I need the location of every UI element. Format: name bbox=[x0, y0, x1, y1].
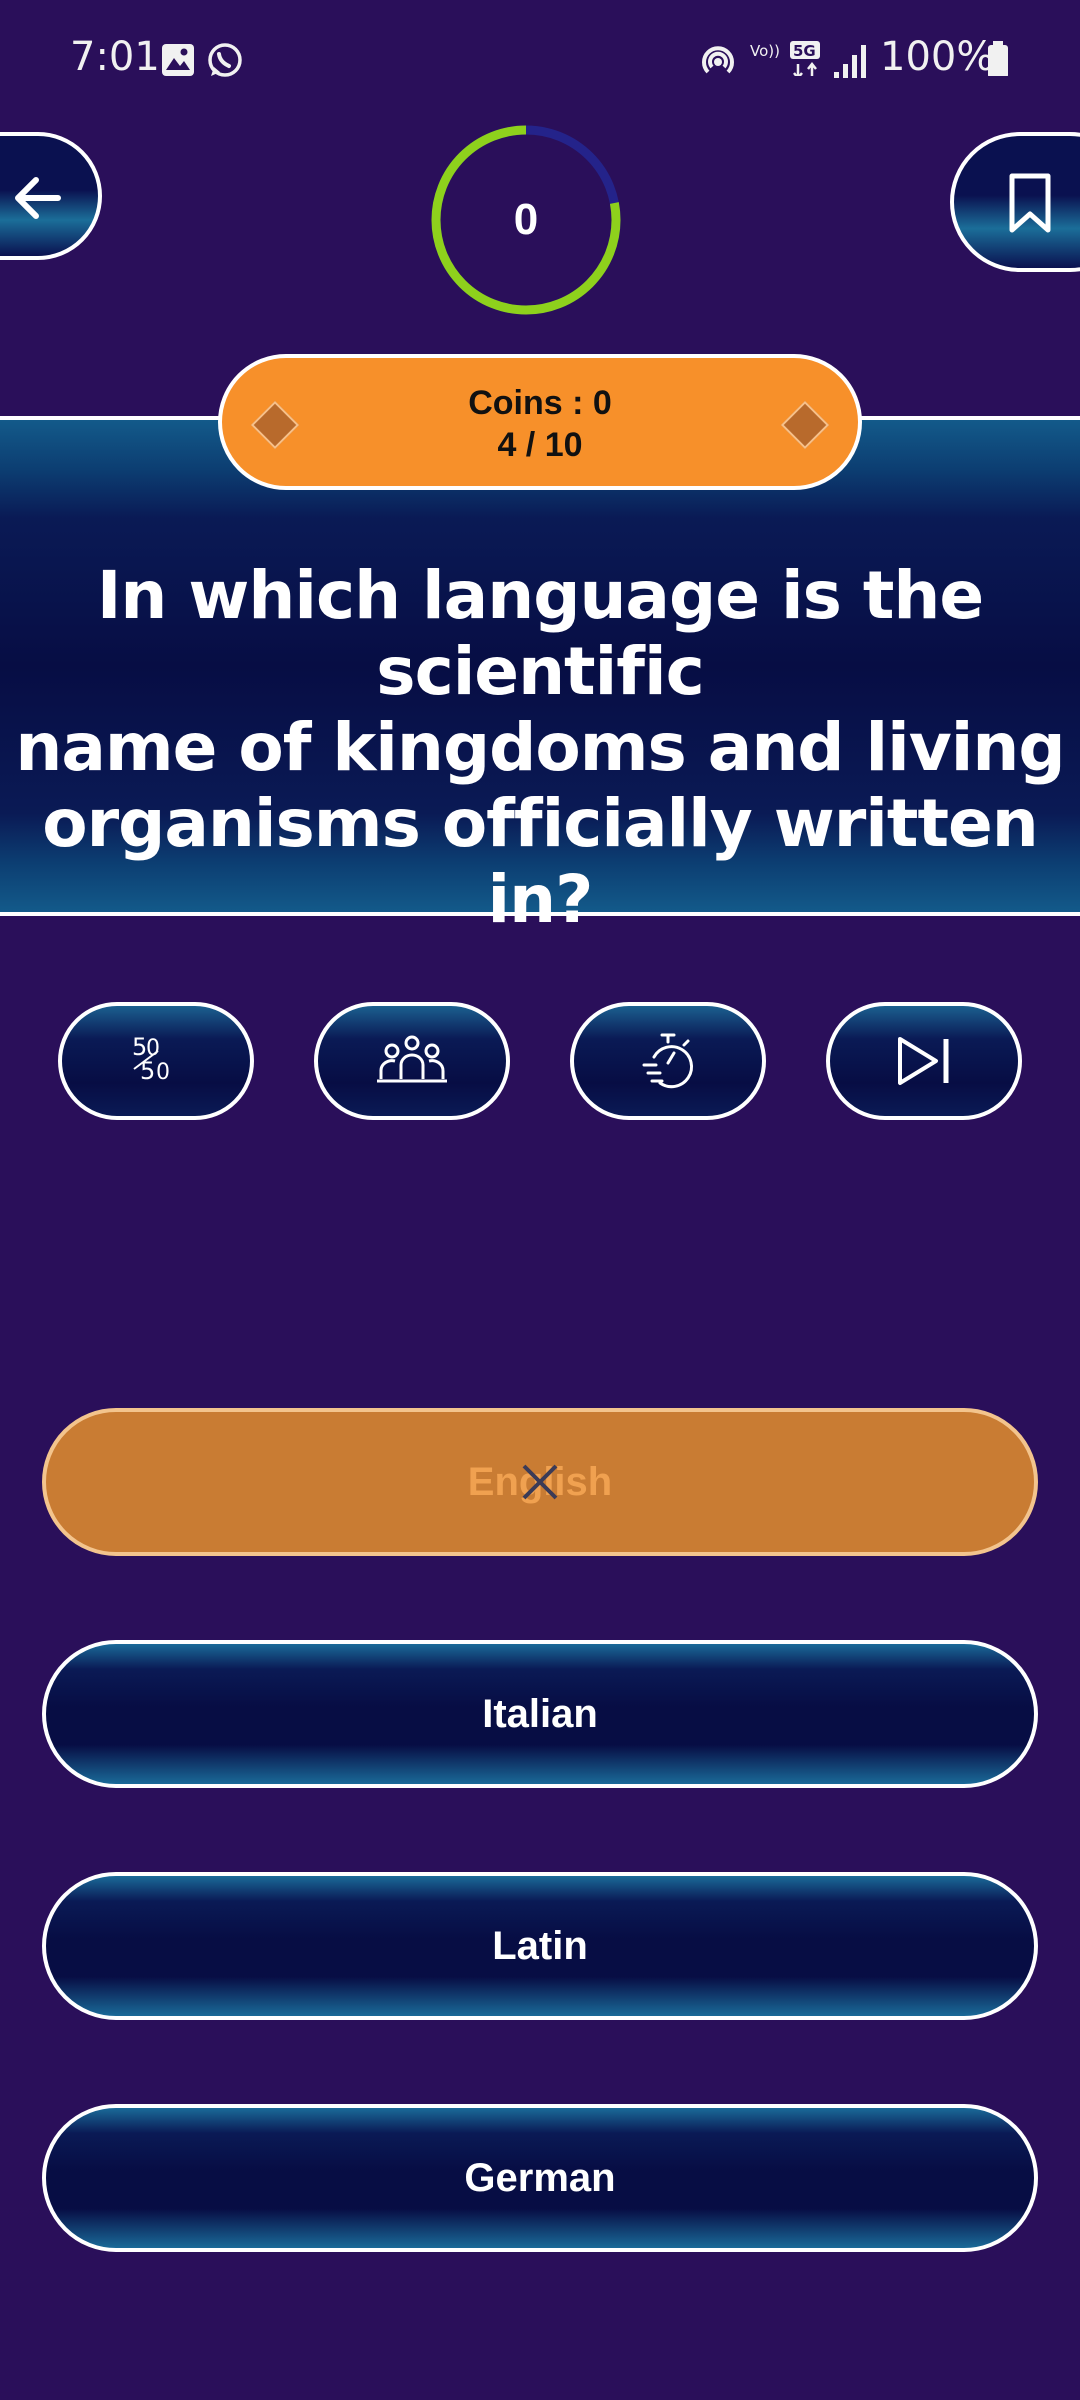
network-5g-icon: 5G bbox=[790, 41, 820, 76]
answer-option-italian[interactable]: Italian bbox=[42, 1640, 1038, 1788]
question-line: organisms officially written in? bbox=[42, 785, 1039, 938]
status-bar: 7:01 Vo)) 5G 5G 10 bbox=[0, 0, 1080, 120]
lifeline-skip-button[interactable] bbox=[826, 1002, 1022, 1120]
question-text: In which language is the scientific name… bbox=[0, 558, 1080, 938]
signal-icon bbox=[834, 45, 866, 78]
question-line: In which language is the scientific bbox=[96, 557, 984, 710]
answer-label: Italian bbox=[482, 1692, 598, 1736]
lifeline-time-button[interactable] bbox=[570, 1002, 766, 1120]
wrong-cross-icon bbox=[522, 1464, 558, 1500]
fifty-fifty-icon: 5 0 5 0 bbox=[132, 1033, 170, 1085]
arrow-left-icon bbox=[15, 177, 61, 219]
quiz-screen: 7:01 Vo)) 5G 5G 10 bbox=[0, 0, 1080, 2400]
question-progress: 4 / 10 bbox=[497, 426, 583, 464]
volte-icon: Vo)) 5G bbox=[750, 42, 784, 60]
coins-label: Coins : 0 bbox=[468, 384, 612, 422]
bookmark-icon bbox=[1009, 173, 1051, 233]
question-panel: In which language is the scientific name… bbox=[0, 416, 1080, 938]
status-time: 7:01 bbox=[70, 34, 160, 80]
svg-text:5G: 5G bbox=[793, 42, 816, 60]
answer-label: Latin bbox=[492, 1924, 588, 1968]
bookmark-button[interactable] bbox=[950, 132, 1080, 272]
audience-icon bbox=[377, 1035, 447, 1083]
svg-text:0: 0 bbox=[156, 1060, 170, 1085]
answer-label: German bbox=[464, 2156, 616, 2200]
countdown-timer: 0 bbox=[430, 124, 622, 316]
lifeline-fifty-fifty-button[interactable]: 5 0 5 0 bbox=[58, 1002, 254, 1120]
coins-progress-badge: Coins : 0 4 / 10 bbox=[218, 354, 862, 490]
gallery-icon bbox=[162, 44, 194, 76]
lifeline-audience-button[interactable] bbox=[314, 1002, 510, 1120]
answer-option-german[interactable]: German bbox=[42, 2104, 1038, 2252]
question-line: name of kingdoms and living bbox=[15, 709, 1065, 786]
battery-icon bbox=[988, 41, 1008, 76]
whatsapp-icon bbox=[208, 43, 242, 77]
hotspot-icon bbox=[702, 46, 734, 74]
answer-option-english[interactable]: English bbox=[42, 1408, 1038, 1556]
timer-value: 0 bbox=[513, 195, 539, 244]
skip-icon bbox=[898, 1037, 949, 1085]
answer-option-latin[interactable]: Latin bbox=[42, 1872, 1038, 2020]
back-button[interactable] bbox=[0, 132, 102, 260]
stopwatch-icon bbox=[642, 1033, 693, 1089]
svg-text:5: 5 bbox=[140, 1057, 155, 1085]
battery-percent: 100% bbox=[880, 34, 995, 80]
volte-label: Vo)) 5G bbox=[750, 42, 784, 60]
